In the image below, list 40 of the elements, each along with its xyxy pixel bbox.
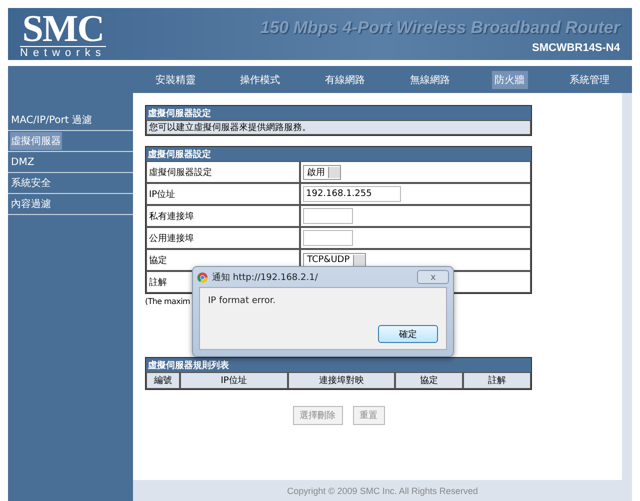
logo-subtitle: Networks (20, 46, 106, 59)
note-text: (The maxim (145, 297, 190, 306)
browser-icon (197, 272, 208, 282)
nav-tab[interactable]: 操作模式 (237, 70, 284, 88)
ok-button[interactable]: 確定 (378, 325, 438, 343)
column-header: 協定 (395, 372, 464, 389)
input-field[interactable] (303, 208, 353, 224)
sidebar-item[interactable]: 虛擬伺服器 (10, 132, 62, 150)
error-message: IP format error. (208, 296, 277, 308)
nav-tab[interactable]: 安裝精靈 (152, 70, 198, 88)
copyright-text: Copyright © 2009 SMC Inc. All Rights Reserved (287, 486, 478, 496)
field-label: 公用連接埠 (146, 227, 300, 249)
sidebar-item[interactable]: 系統安全 (10, 174, 52, 192)
column-header: IP位址 (180, 372, 288, 389)
input-field[interactable]: 192.168.1.255 (303, 186, 401, 202)
column-header: 連接埠對映 (288, 372, 396, 389)
nav-tab[interactable]: 有線網路 (322, 70, 368, 88)
dropdown[interactable]: 啟用 (303, 164, 341, 180)
dropdown[interactable]: TCP&UDP (303, 252, 366, 268)
field-label: 虛擬伺服器設定 (146, 161, 300, 183)
section-title: 虛擬伺服器設定 (146, 106, 531, 120)
reset-button[interactable]: 重置 (352, 406, 384, 425)
section-title: 虛擬伺服器規則列表 (146, 358, 531, 372)
input-field[interactable] (303, 230, 353, 246)
close-button[interactable]: ⅹ (417, 270, 449, 284)
description-text: 您可以建立虛擬伺服器來提供網路服務。 (146, 120, 531, 135)
sidebar-item[interactable]: 內容過濾 (10, 195, 52, 213)
sidebar-item[interactable]: MAC/IP/Port 過濾 (10, 111, 93, 129)
column-header: 註解 (463, 372, 531, 389)
nav-tab[interactable]: 系統管理 (566, 70, 613, 88)
field-label: IP位址 (146, 183, 300, 205)
nav-tab[interactable]: 防火牆 (492, 70, 528, 88)
field-label: 私有連接埠 (146, 205, 300, 227)
column-header: 編號 (146, 372, 180, 389)
nav-tab[interactable]: 無線網路 (406, 70, 453, 88)
section-title: 虛擬伺服器設定 (146, 147, 531, 161)
sidebar-item[interactable]: DMZ (10, 154, 36, 170)
model-name: SMCWBR14S-N4 (532, 42, 620, 54)
delete-button[interactable]: 選擇刪除 (292, 406, 342, 425)
logo-text: SMC (22, 12, 104, 46)
